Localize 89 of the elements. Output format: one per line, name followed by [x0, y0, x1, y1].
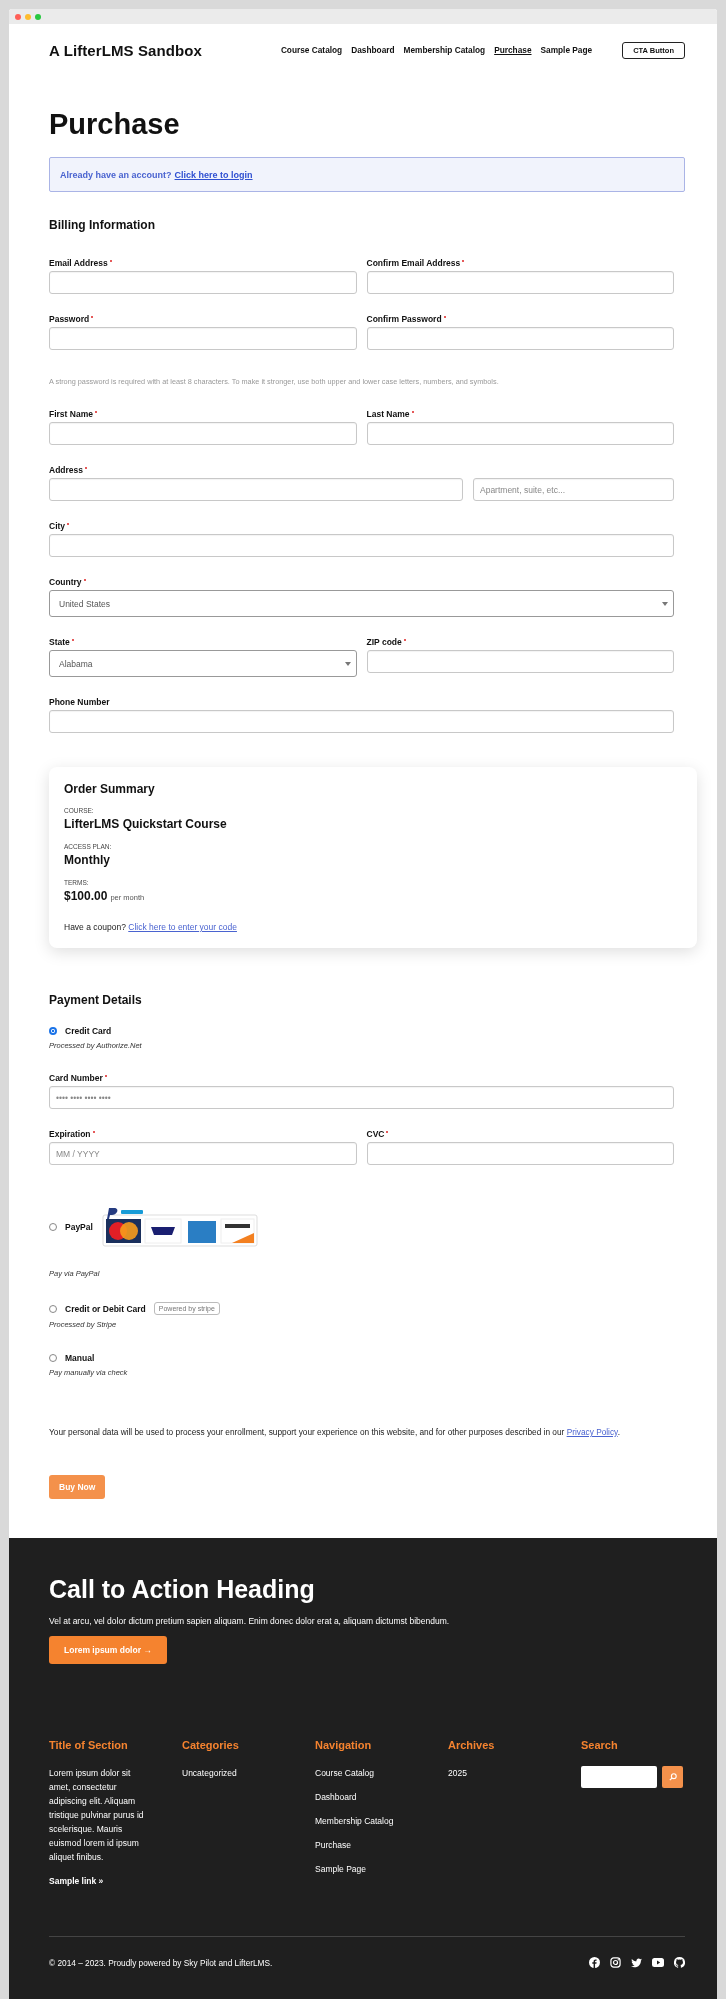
field-label: Email Address: [49, 257, 108, 269]
method-label[interactable]: Credit or Debit Card: [65, 1303, 146, 1314]
method-label[interactable]: Manual: [65, 1353, 95, 1363]
input-field[interactable]: [49, 422, 357, 445]
column-title: Navigation: [315, 1738, 372, 1752]
instagram-icon[interactable]: [610, 1957, 621, 1968]
footer-link[interactable]: Membership Catalog: [315, 1814, 394, 1828]
cta-text: Vel at arcu, vel dolor dictum pretium sapien aliquam. Enim donec dolor erat a, aliquam dictumst bibendum.: [49, 1616, 451, 1626]
input-field[interactable]: [49, 478, 463, 501]
method-label[interactable]: PayPal: [65, 1222, 93, 1232]
field-label: First Name: [49, 408, 93, 420]
youtube-icon[interactable]: [652, 1958, 664, 1967]
method-label[interactable]: Credit Card: [65, 1026, 112, 1036]
field-label: City: [49, 520, 66, 532]
column-text: Lorem ipsum dolor sit amet, consectetur adipiscing elit. Aliquam tristique pulvinar purus id scelerisque. Mauris euismod lorem id ipsum aliquet finibus.: [49, 1767, 145, 1864]
footer-link[interactable]: Dashboard: [315, 1790, 357, 1804]
footer-link[interactable]: Sample Page: [315, 1862, 367, 1876]
select-field[interactable]: United States: [49, 590, 674, 617]
footer-credit-link[interactable]: Sky Pilot: [183, 1957, 217, 1968]
input-field[interactable]: [49, 710, 674, 733]
window-dot[interactable]: [15, 13, 21, 20]
input-field[interactable]: Apartment, suite, etc...: [473, 478, 674, 501]
notice-text: Already have an account?: [60, 169, 172, 180]
summary-value: $100.00: [64, 888, 108, 905]
facebook-icon[interactable]: [589, 1957, 600, 1968]
field-label: Address: [49, 464, 83, 476]
radio-button[interactable]: [49, 1304, 57, 1313]
radio-button[interactable]: [49, 1223, 57, 1231]
login-link[interactable]: Click here to login: [174, 169, 253, 180]
card-heading: Order Summary: [64, 781, 156, 797]
footer-link[interactable]: Uncategorized: [182, 1766, 237, 1780]
nav-link[interactable]: Dashboard: [351, 45, 395, 55]
input-field[interactable]: [49, 271, 357, 294]
search-icon: [668, 1773, 677, 1781]
field-label: Last Name: [366, 408, 410, 420]
field-label: Expiration: [49, 1128, 91, 1140]
field-label: Password: [49, 313, 90, 325]
field-label: Phone Number: [49, 696, 110, 708]
input-field[interactable]: [49, 534, 674, 557]
input-field[interactable]: •••• •••• •••• ••••: [49, 1086, 674, 1109]
field-label: Country: [49, 576, 82, 588]
nav-link[interactable]: Sample Page: [540, 45, 593, 55]
site-title[interactable]: A LifterLMS Sandbox: [49, 41, 202, 59]
column-title: Categories: [182, 1738, 239, 1752]
nav-link[interactable]: Course Catalog: [280, 45, 343, 55]
page-title: Purchase: [49, 107, 181, 142]
cta-heading: Call to Action Heading: [49, 1574, 316, 1604]
field-label: Confirm Password: [366, 313, 442, 325]
section-heading: Payment Details: [49, 992, 143, 1008]
footer-link[interactable]: 2025: [448, 1766, 467, 1780]
select-field[interactable]: Alabama: [49, 650, 357, 677]
twitter-icon[interactable]: [631, 1957, 642, 1968]
input-field[interactable]: [366, 1142, 674, 1165]
window-dot[interactable]: [35, 13, 41, 20]
github-icon[interactable]: [674, 1957, 685, 1968]
section-heading: Billing Information: [49, 217, 156, 233]
caret-icon: [662, 601, 668, 606]
input-field[interactable]: [366, 271, 674, 294]
radio-button[interactable]: [49, 1354, 57, 1362]
coupon-text: Have a coupon? Click here to enter your code: [64, 922, 238, 932]
privacy-text: Your personal data will be used to process your enrollment, support your experience on this website, and for other purposes described in our Privacy Policy.: [49, 1426, 621, 1439]
footer-link[interactable]: Purchase: [315, 1838, 351, 1852]
input-field[interactable]: [49, 327, 357, 350]
summary-value: Monthly: [64, 852, 110, 869]
column-title: Archives: [448, 1738, 495, 1752]
search-field[interactable]: [581, 1766, 657, 1788]
field-label: State: [49, 636, 70, 648]
summary-value: LifterLMS Quickstart Course: [64, 816, 227, 833]
column-title: Title of Section: [49, 1738, 128, 1752]
nav-link[interactable]: Membership Catalog: [403, 45, 486, 55]
input-field[interactable]: [366, 422, 674, 445]
field-label: CVC: [366, 1128, 385, 1140]
window-dot[interactable]: [25, 13, 31, 20]
coupon-link[interactable]: Click here to enter your code: [128, 922, 237, 932]
input-field[interactable]: [366, 327, 674, 350]
privacy-link[interactable]: Privacy Policy: [566, 1427, 618, 1437]
search-button[interactable]: [662, 1766, 683, 1788]
input-field[interactable]: [366, 650, 674, 673]
copyright-text: © 2014 – 2023. Proudly powered by Sky Pilot and LifterLMS.: [49, 1957, 273, 1968]
column-title: Search: [581, 1738, 618, 1752]
input-field[interactable]: MM / YYYY: [49, 1142, 357, 1165]
caret-icon: [344, 661, 351, 666]
radio-button[interactable]: [49, 1027, 57, 1035]
field-label: ZIP code: [366, 636, 402, 648]
sample-link[interactable]: Sample link »: [49, 1876, 104, 1886]
field-label: Confirm Email Address: [366, 257, 461, 269]
nav-link[interactable]: Purchase: [494, 45, 532, 55]
field-label: Card Number: [49, 1072, 103, 1084]
footer-link[interactable]: Course Catalog: [315, 1766, 375, 1780]
